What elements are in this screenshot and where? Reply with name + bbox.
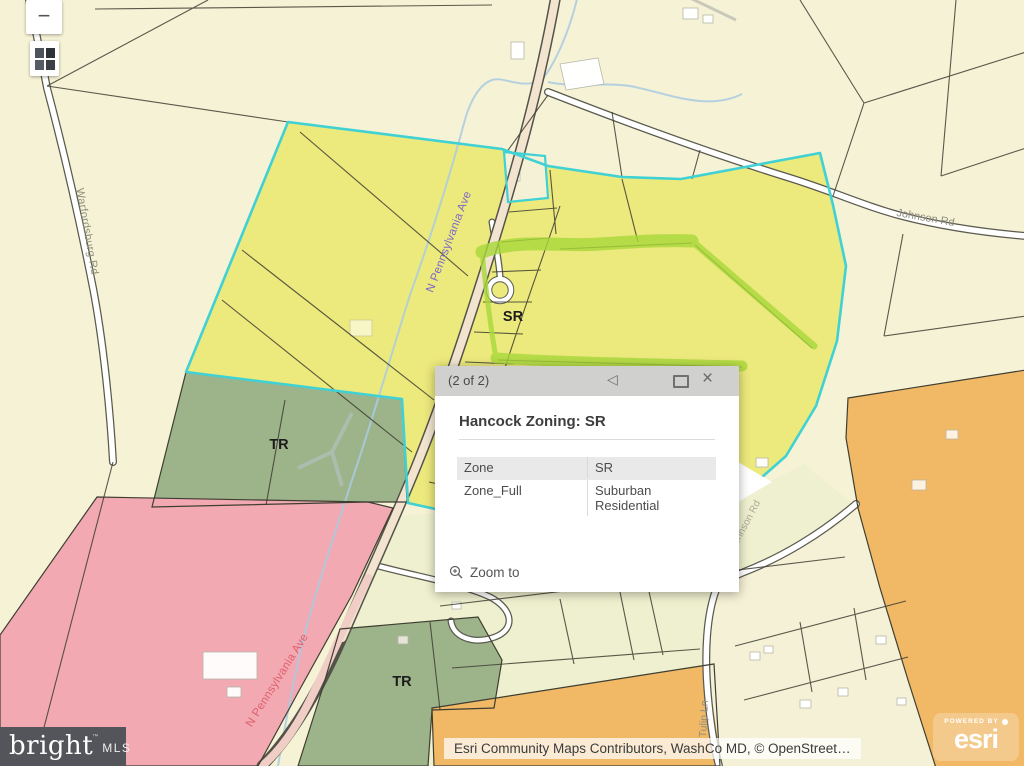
zoom-to-button[interactable]: Zoom to bbox=[449, 565, 520, 580]
powered-by-esri-logo: POWERED BY esri bbox=[933, 713, 1019, 761]
table-row: Zone_Full Suburban Residential bbox=[457, 480, 716, 516]
road-label-tulip: Tulip Ln bbox=[697, 700, 711, 738]
map-attribution: Esri Community Maps Contributors, WashCo… bbox=[444, 738, 861, 759]
previous-feature-icon[interactable]: ◁ bbox=[607, 371, 618, 388]
bright-mls-logo: bright ™ MLS bbox=[0, 727, 126, 766]
zoom-out-button[interactable]: − bbox=[26, 0, 62, 34]
popup-pagination: (2 of 2) bbox=[448, 373, 489, 388]
bright-wordmark: bright bbox=[9, 727, 93, 766]
zone-label-sr: SR bbox=[503, 309, 524, 325]
esri-globe-icon bbox=[1002, 719, 1008, 725]
field-label: Zone bbox=[457, 457, 587, 478]
field-value: Suburban Residential bbox=[587, 480, 716, 516]
feature-popup: (2 of 2) ◁ × Hancock Zoning: SR Zone SR … bbox=[435, 366, 739, 592]
basemap-gallery-icon bbox=[35, 48, 55, 70]
popup-divider bbox=[459, 439, 715, 440]
close-icon[interactable]: × bbox=[702, 368, 713, 390]
mls-wordmark: MLS bbox=[102, 741, 131, 755]
popup-leader-arrow bbox=[738, 454, 778, 512]
attribute-table: Zone SR Zone_Full Suburban Residential bbox=[457, 457, 716, 516]
maximize-icon[interactable] bbox=[673, 375, 689, 388]
popup-titlebar[interactable]: (2 of 2) ◁ × bbox=[435, 366, 739, 396]
field-label: Zone_Full bbox=[457, 480, 587, 501]
map-app: Warfordsburg Rd N Pennsylvania Ave N Pen… bbox=[0, 0, 1024, 766]
popup-title: Hancock Zoning: SR bbox=[459, 413, 715, 430]
zoom-out-minus-icon: − bbox=[38, 5, 51, 27]
magnifier-plus-icon bbox=[449, 565, 464, 580]
basemap-gallery-button[interactable] bbox=[30, 41, 59, 76]
zone-label-tr-west: TR bbox=[269, 437, 289, 453]
trademark-symbol: ™ bbox=[92, 734, 98, 740]
esri-wordmark: esri bbox=[933, 726, 1019, 753]
zone-label-tr-south: TR bbox=[392, 674, 412, 690]
field-value: SR bbox=[587, 457, 716, 478]
zoom-to-label: Zoom to bbox=[470, 565, 520, 580]
table-row: Zone SR bbox=[457, 457, 716, 480]
